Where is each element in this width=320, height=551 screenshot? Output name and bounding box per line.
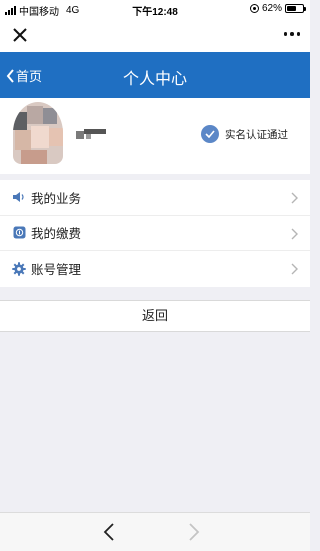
status-right: 62% [249, 3, 306, 14]
battery-fill [287, 6, 297, 11]
verified-label: 实名认证通过 [225, 128, 288, 141]
status-bar: 中国移动 4G 下午12:48 62% [0, 0, 310, 18]
return-button[interactable]: 返回 [0, 300, 310, 332]
more-dot-icon [290, 32, 294, 36]
webview-top-bar [0, 18, 310, 52]
nav-back-button[interactable] [103, 523, 115, 546]
page-header: 首页 个人中心 [0, 52, 310, 98]
menu-item-label: 我的业务 [31, 191, 82, 206]
chevron-right-icon [189, 523, 200, 541]
battery-icon [285, 4, 306, 13]
more-options-button[interactable] [283, 26, 300, 42]
payment-icon [12, 226, 26, 240]
close-icon [13, 28, 27, 42]
rotation-lock-icon [249, 4, 259, 13]
chevron-right-icon [291, 192, 298, 204]
bottom-nav-bar [0, 512, 310, 551]
menu-item-my-payments[interactable]: 我的缴费 [0, 216, 310, 251]
menu-item-label: 账号管理 [31, 263, 82, 278]
user-name-redacted [76, 129, 106, 139]
more-dot-icon [283, 32, 287, 36]
speaker-icon [12, 190, 26, 204]
profile-card: 实名认证通过 [0, 98, 310, 174]
chevron-right-icon [291, 228, 298, 239]
nav-forward-button[interactable] [188, 523, 200, 546]
check-circle-icon [201, 125, 219, 143]
menu-list: 我的业务 我的缴费 账号管理 [0, 180, 310, 287]
close-button[interactable] [8, 23, 32, 47]
battery-cap [304, 7, 306, 11]
menu-item-my-business[interactable]: 我的业务 [0, 180, 310, 216]
battery-percent: 62% [261, 3, 282, 14]
gear-icon [12, 262, 26, 276]
menu-item-label: 我的缴费 [31, 227, 82, 242]
avatar[interactable] [13, 102, 63, 164]
chevron-right-icon [291, 263, 298, 275]
verification-status: 实名认证通过 [201, 125, 288, 143]
page-title: 个人中心 [122, 71, 187, 88]
more-dot-icon [296, 32, 300, 36]
menu-item-account-management[interactable]: 账号管理 [0, 251, 310, 287]
chevron-left-icon [103, 523, 114, 541]
